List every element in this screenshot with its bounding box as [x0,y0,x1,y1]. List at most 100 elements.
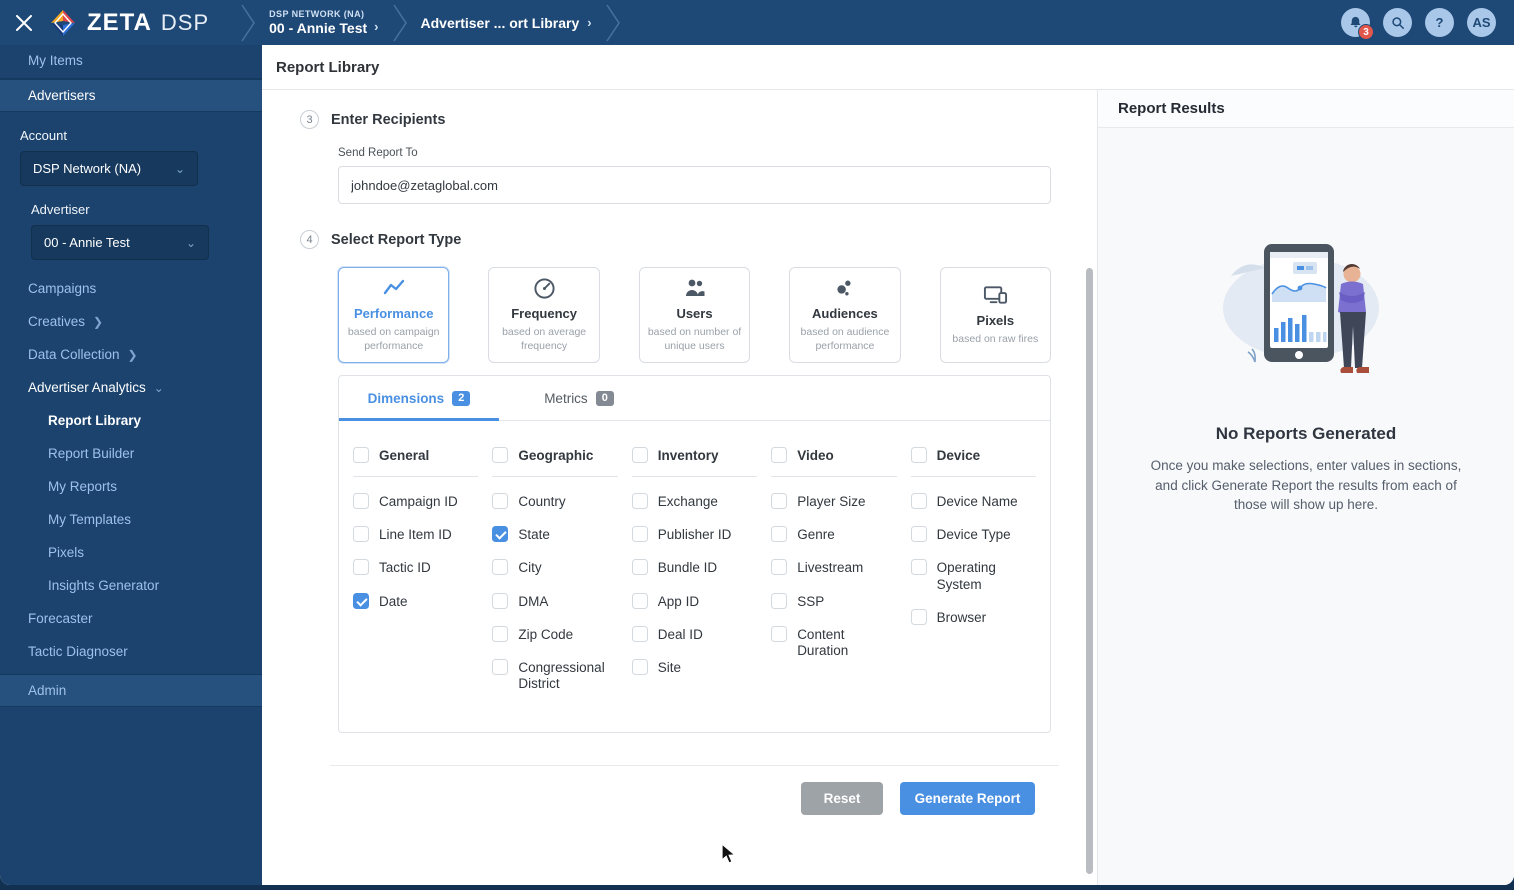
sidebar-section-admin[interactable]: Admin [0,674,262,707]
checkbox[interactable] [631,625,648,642]
checkbox[interactable] [631,559,648,576]
reset-button[interactable]: Reset [801,782,883,816]
send-report-to-input[interactable] [338,166,1051,204]
chevron-right-icon[interactable]: › [587,15,591,30]
sidebar-item-insights-generator[interactable]: Insights Generator [0,569,262,602]
checkbox[interactable] [353,493,369,509]
checkbox[interactable] [353,592,369,609]
sidebar-item-report-builder[interactable]: Report Builder [0,437,262,470]
dimension-item[interactable]: Publisher ID [631,526,757,543]
checkbox[interactable] [492,592,509,609]
checkbox[interactable] [771,592,788,609]
sidebar-section-advertisers[interactable]: Advertisers [0,79,262,112]
tab-dimensions[interactable]: Dimensions 2 [339,376,499,421]
dimension-group-header[interactable]: General [353,447,479,477]
checkbox[interactable] [910,559,927,576]
dimension-group-header[interactable]: Device [910,447,1036,477]
dimension-item[interactable]: Country [492,493,617,510]
close-icon[interactable] [0,14,48,31]
dimension-item[interactable]: Deal ID [631,625,757,643]
dimension-group-header[interactable]: Video [771,447,897,477]
avatar[interactable]: AS [1467,8,1496,37]
sidebar-item-pixels[interactable]: Pixels [0,536,262,569]
advertiser-select[interactable]: 00 - Annie Test ⌄ [31,225,209,260]
notifications-button[interactable]: 3 [1341,8,1374,40]
checkbox[interactable] [910,526,927,543]
dimension-item[interactable]: Device Name [910,493,1036,510]
chevron-right-icon[interactable]: › [374,19,378,35]
checkbox[interactable] [910,608,927,625]
dimension-item[interactable]: Operating System [910,559,1036,592]
generate-report-button[interactable]: Generate Report [900,782,1035,816]
sidebar-item-tactic-diagnoser[interactable]: Tactic Diagnoser [0,635,262,668]
checkbox[interactable] [492,658,509,675]
checkbox[interactable] [631,526,648,543]
dimension-group-header[interactable]: Geographic [492,447,618,477]
sidebar-item-report-library[interactable]: Report Library [0,404,262,437]
checkbox[interactable] [492,559,509,576]
checkbox[interactable] [353,559,369,576]
checkbox[interactable] [771,559,788,576]
sidebar-item-campaigns[interactable]: Campaigns [0,272,262,305]
dimension-item[interactable]: Zip Code [492,625,617,643]
dimension-item[interactable]: State [492,526,617,543]
sidebar-my-items-label: My Items [28,53,83,68]
checkbox[interactable] [771,625,788,642]
dimension-item[interactable]: Browser [910,608,1036,626]
help-button[interactable]: ? [1425,8,1454,37]
dimension-item[interactable]: Campaign ID [353,493,478,510]
dimension-item[interactable]: SSP [771,592,896,610]
dimension-item[interactable]: App ID [631,592,757,610]
tab-metrics[interactable]: Metrics 0 [499,376,659,420]
dimension-item[interactable]: Genre [771,526,896,543]
account-select[interactable]: DSP Network (NA) ⌄ [20,151,198,186]
dimension-group-header[interactable]: Inventory [631,447,758,477]
checkbox[interactable] [631,658,648,675]
dimension-item[interactable]: Exchange [631,493,757,510]
checkbox[interactable] [631,493,648,509]
group-checkbox[interactable] [910,447,927,463]
report-type-card-pixels[interactable]: Pixels based on raw fires [939,267,1052,363]
checkbox[interactable] [353,526,369,543]
dimension-item[interactable]: Device Type [910,526,1036,543]
checkbox[interactable] [492,625,509,642]
dimension-item[interactable]: Bundle ID [631,559,757,576]
dimension-item[interactable]: Congressional District [492,658,617,692]
dimension-item[interactable]: Tactic ID [353,559,478,576]
sidebar-item-my-items[interactable]: My Items [0,45,262,79]
report-type-card-frequency[interactable]: Frequency based on average frequency [488,267,600,363]
main-scrollbar[interactable] [1086,268,1093,874]
dimension-item[interactable]: DMA [492,592,617,610]
group-checkbox[interactable] [771,447,788,463]
dimension-item[interactable]: Player Size [771,493,896,510]
checkbox[interactable] [492,526,509,543]
dimension-item[interactable]: City [492,559,617,576]
search-button[interactable] [1383,8,1412,37]
brand-logo[interactable]: ZETA DSP [48,8,227,38]
sidebar-item-data-collection[interactable]: Data Collection ❯ [0,338,262,371]
sidebar-item-creatives[interactable]: Creatives ❯ [0,305,262,338]
checkbox[interactable] [492,493,509,509]
sidebar-item-advertiser-analytics[interactable]: Advertiser Analytics ⌄ [0,371,262,404]
checkbox[interactable] [910,493,927,509]
sidebar-item-my-templates[interactable]: My Templates [0,503,262,536]
checkbox[interactable] [771,526,788,543]
group-checkbox[interactable] [353,447,369,463]
dimension-group-label: Device [936,447,981,463]
breadcrumb-account[interactable]: DSP NETWORK (NA) 00 - Annie Test › [269,9,378,35]
dimension-item[interactable]: Livestream [771,559,896,576]
sidebar-item-forecaster[interactable]: Forecaster [0,602,262,635]
group-checkbox[interactable] [492,447,509,463]
report-type-card-performance[interactable]: Performance based on campaign performanc… [338,267,450,363]
group-checkbox[interactable] [631,447,648,463]
dimension-item[interactable]: Content Duration [771,625,896,659]
dimension-item[interactable]: Line Item ID [353,526,478,543]
report-type-card-users[interactable]: Users based on number of unique users [638,267,751,363]
checkbox[interactable] [631,592,648,609]
checkbox[interactable] [771,493,788,509]
sidebar-item-my-reports[interactable]: My Reports [0,470,262,503]
dimension-item[interactable]: Site [631,658,757,676]
breadcrumb-page[interactable]: Advertiser ... ort Library › [421,15,592,31]
report-type-card-audiences[interactable]: Audiences based on audience performance [789,267,901,363]
dimension-item[interactable]: Date [353,592,478,610]
